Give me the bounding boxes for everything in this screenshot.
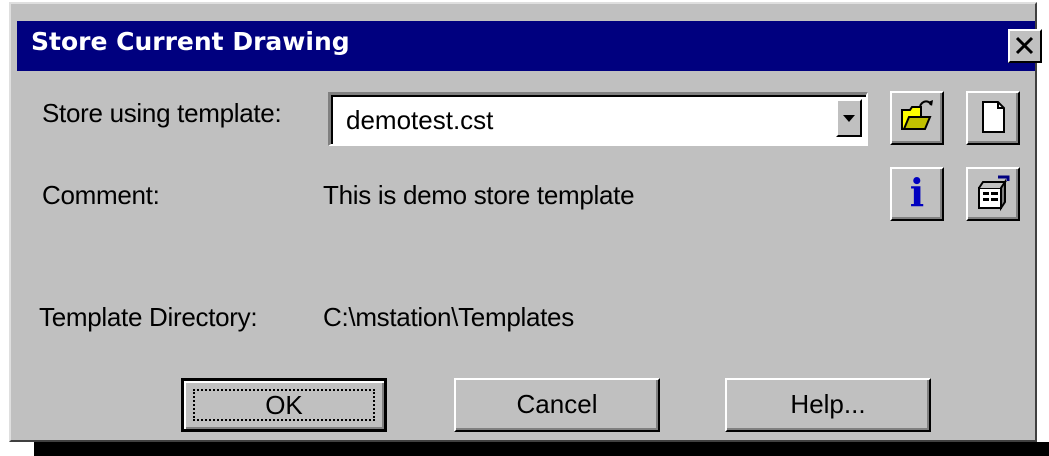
new-template-button[interactable] bbox=[966, 91, 1020, 145]
open-template-button[interactable] bbox=[890, 91, 944, 145]
template-combobox[interactable]: demotest.cst bbox=[328, 92, 868, 146]
window-drop-shadow bbox=[34, 442, 1049, 456]
info-icon: i bbox=[909, 170, 925, 215]
properties-icon bbox=[978, 175, 1010, 212]
comment-value: This is demo store template bbox=[323, 180, 635, 210]
dialog-title: Store Current Drawing bbox=[31, 27, 350, 56]
cancel-button[interactable]: Cancel bbox=[454, 378, 660, 432]
template-properties-button[interactable] bbox=[966, 167, 1020, 221]
directory-value: C:\mstation\Templates bbox=[323, 302, 574, 332]
template-info-button[interactable]: i bbox=[890, 167, 944, 221]
store-drawing-dialog: Store Current Drawing Store using templa… bbox=[9, 2, 1042, 442]
ok-label: OK bbox=[265, 390, 303, 420]
help-label: Help... bbox=[790, 389, 866, 419]
template-label: Store using template: bbox=[42, 98, 282, 128]
template-value: demotest.cst bbox=[346, 105, 494, 135]
ok-button[interactable]: OK bbox=[181, 378, 387, 432]
directory-label: Template Directory: bbox=[39, 302, 258, 332]
close-icon bbox=[1010, 35, 1040, 68]
template-dropdown-button[interactable] bbox=[836, 99, 862, 137]
comment-label: Comment: bbox=[42, 180, 160, 210]
open-folder-icon bbox=[901, 100, 933, 130]
new-document-icon bbox=[982, 101, 1005, 133]
help-button[interactable]: Help... bbox=[725, 378, 931, 432]
title-bar[interactable]: Store Current Drawing bbox=[17, 21, 1042, 71]
close-button[interactable] bbox=[1008, 29, 1042, 63]
cancel-label: Cancel bbox=[516, 389, 598, 419]
chevron-down-icon bbox=[843, 115, 855, 122]
